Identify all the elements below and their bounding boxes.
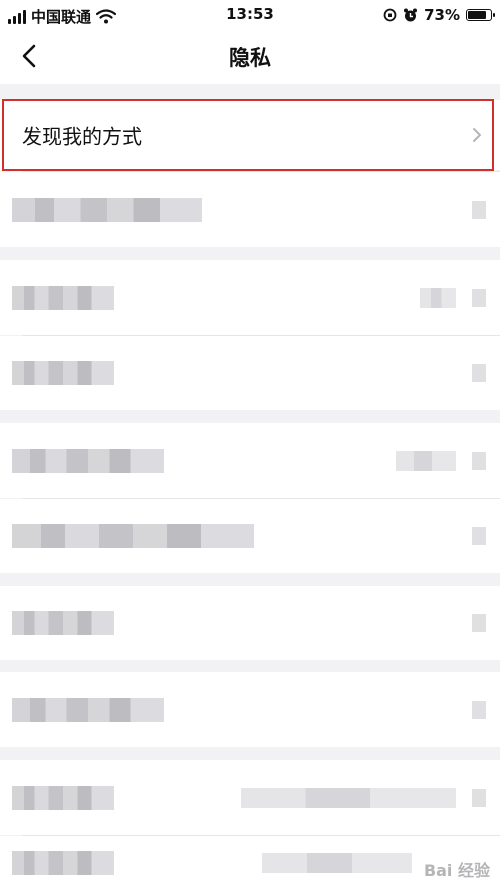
blurred-chevron bbox=[472, 288, 486, 307]
blurred-label bbox=[12, 448, 164, 473]
blurred-label bbox=[12, 361, 114, 385]
watermark: Bai 经验 bbox=[423, 861, 490, 880]
blurred-label bbox=[12, 697, 164, 722]
status-bar: 中国联通 13:53 73% bbox=[0, 0, 500, 30]
blurred-chevron bbox=[472, 700, 486, 719]
settings-row[interactable] bbox=[0, 423, 500, 498]
settings-row[interactable] bbox=[0, 172, 500, 247]
battery-icon bbox=[466, 9, 495, 21]
blurred-chevron bbox=[472, 788, 486, 807]
blurred-chevron bbox=[472, 200, 486, 219]
blurred-chevron bbox=[472, 364, 486, 382]
blurred-value bbox=[241, 787, 456, 808]
blurred-label bbox=[12, 524, 254, 548]
blurred-chevron bbox=[472, 527, 486, 545]
blurred-label bbox=[12, 850, 114, 875]
settings-row[interactable] bbox=[0, 760, 500, 835]
page-title: 隐私 bbox=[229, 46, 271, 70]
blurred-chevron bbox=[472, 614, 486, 632]
blurred-label bbox=[12, 611, 114, 635]
blurred-value bbox=[262, 852, 412, 873]
alarm-icon bbox=[404, 8, 418, 21]
blurred-label bbox=[12, 197, 202, 222]
blurred-value bbox=[396, 450, 456, 471]
orientation-lock-icon bbox=[383, 8, 397, 22]
settings-row[interactable] bbox=[0, 586, 500, 660]
navigation-bar: 隐私 bbox=[0, 30, 500, 84]
blurred-label bbox=[12, 285, 114, 310]
settings-row[interactable] bbox=[0, 260, 500, 335]
blurred-value bbox=[420, 287, 456, 308]
settings-row[interactable] bbox=[0, 336, 500, 410]
blurred-label bbox=[12, 785, 114, 810]
settings-row[interactable] bbox=[0, 672, 500, 747]
highlight-box bbox=[2, 99, 494, 171]
settings-row[interactable] bbox=[0, 499, 500, 573]
battery-percent: 73% bbox=[424, 6, 460, 24]
blurred-chevron bbox=[472, 451, 486, 470]
